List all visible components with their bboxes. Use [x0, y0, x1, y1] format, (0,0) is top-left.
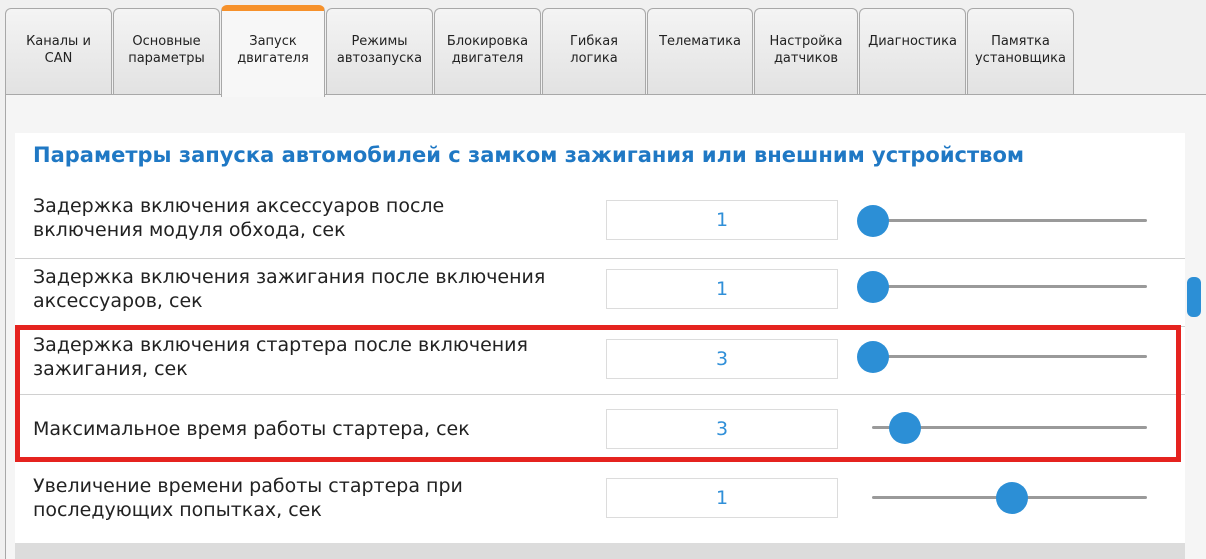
- tab-channels-can[interactable]: Каналы и CAN: [5, 8, 112, 94]
- slider-track: [872, 285, 1147, 288]
- param-value-input[interactable]: 1: [606, 269, 838, 309]
- tab-engine-lock[interactable]: Блокировка двигателя: [434, 8, 541, 94]
- param-slider[interactable]: [857, 205, 1157, 237]
- param-slider[interactable]: [857, 271, 1157, 303]
- tab-telematics[interactable]: Телематика: [647, 8, 753, 94]
- param-slider[interactable]: [857, 482, 1157, 514]
- next-row-partial: [15, 543, 1185, 559]
- slider-track: [872, 219, 1147, 222]
- param-row: Задержка включения аксессуаров после вкл…: [15, 190, 1185, 259]
- param-label: Задержка включения зажигания после включ…: [33, 266, 546, 312]
- slider-thumb[interactable]: [996, 482, 1029, 514]
- param-value-input[interactable]: 1: [606, 478, 838, 518]
- scrollbar-thumb[interactable]: [1187, 277, 1201, 317]
- tab-engine-start[interactable]: Запуск двигателя: [221, 5, 325, 97]
- tab-installer-memo[interactable]: Памятка установщика: [967, 8, 1074, 94]
- tab-main-params[interactable]: Основные параметры: [113, 8, 220, 94]
- slider-thumb[interactable]: [857, 205, 889, 237]
- param-row: Увеличение времени работы стартера при п…: [15, 466, 1185, 543]
- param-value-input[interactable]: 1: [606, 200, 838, 240]
- highlight-frame: [15, 325, 1181, 462]
- param-label: Задержка включения аксессуаров после вкл…: [33, 195, 445, 241]
- tab-diagnostics[interactable]: Диагностика: [859, 8, 966, 94]
- param-label: Увеличение времени работы стартера при п…: [33, 475, 463, 521]
- slider-thumb[interactable]: [857, 271, 889, 303]
- param-row: Задержка включения зажигания после включ…: [15, 259, 1185, 327]
- tab-flex-logic[interactable]: Гибкая логика: [542, 8, 646, 94]
- tab-sensor-setup[interactable]: Настройка датчиков: [754, 8, 858, 94]
- tab-autostart-modes[interactable]: Режимы автозапуска: [326, 8, 433, 94]
- section-title: Параметры запуска автомобилей с замком з…: [33, 143, 1025, 167]
